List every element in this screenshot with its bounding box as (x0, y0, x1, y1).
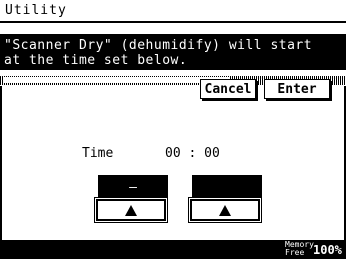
minute-up-button[interactable] (188, 197, 262, 223)
memory-label: Memory Free (285, 241, 314, 257)
message-line-2: at the time set below. (4, 53, 188, 68)
memory-value: 100% (313, 243, 342, 257)
hour-field[interactable]: – (98, 175, 168, 197)
triangle-up-icon (125, 204, 137, 216)
time-value: 00 : 00 (165, 146, 220, 161)
enter-button[interactable]: Enter (264, 79, 330, 99)
message-line-1: "Scanner Dry" (dehumidify) will start (4, 38, 313, 53)
window-title: Utility (0, 0, 346, 23)
time-label: Time (82, 146, 114, 161)
minute-field[interactable] (192, 175, 262, 197)
message-banner: "Scanner Dry" (dehumidify) will start at… (0, 34, 346, 70)
hour-up-button[interactable] (94, 197, 168, 223)
status-footer: Memory Free 100% (0, 240, 346, 259)
cancel-button[interactable]: Cancel (200, 79, 256, 99)
time-panel (0, 86, 346, 240)
band-gap (3, 77, 229, 83)
memory-label-line-2: Free (285, 248, 305, 257)
triangle-up-icon (219, 204, 231, 216)
